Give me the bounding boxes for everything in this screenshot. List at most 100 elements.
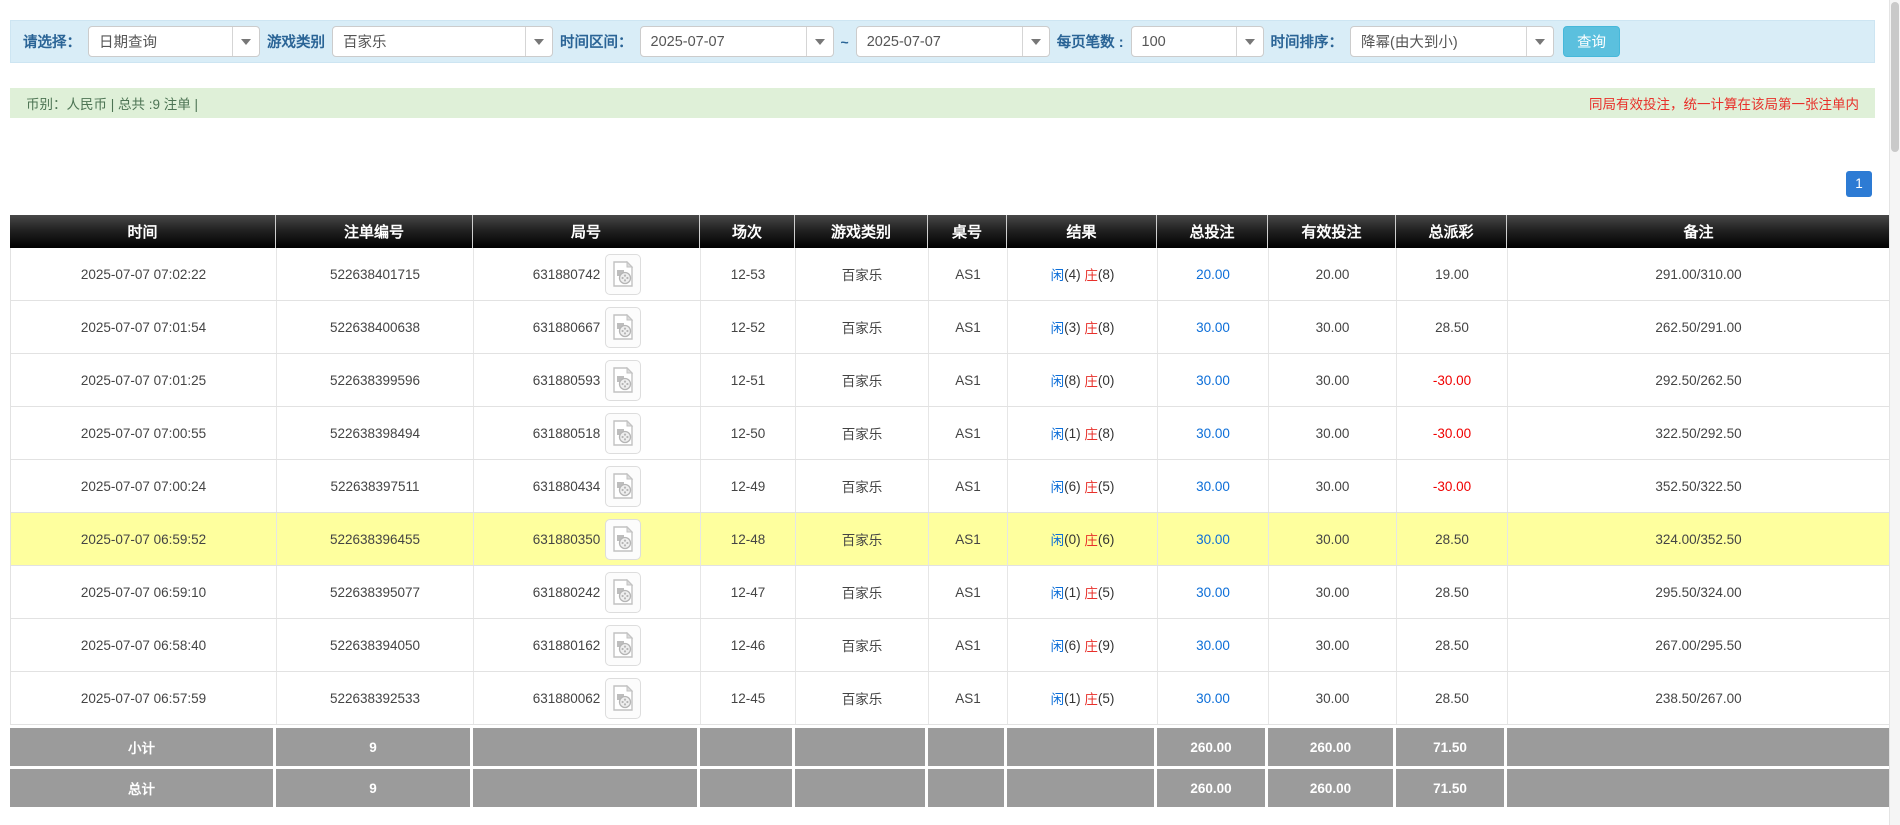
cell-game: 百家乐	[796, 301, 929, 353]
banker-label: 庄	[1084, 639, 1098, 654]
player-score: (6)	[1064, 478, 1081, 494]
cell-round-id: 631880062	[474, 672, 701, 724]
video-replay-button[interactable]	[605, 465, 642, 507]
column-header-total-bet: 总投注	[1157, 215, 1268, 248]
query-type-select[interactable]: 日期查询	[88, 26, 260, 57]
cell-round-id: 631880593	[474, 354, 701, 406]
cell-session: 12-53	[701, 248, 796, 300]
search-button[interactable]: 查询	[1563, 26, 1621, 57]
date-to-select[interactable]: 2025-07-07	[855, 26, 1050, 57]
video-replay-button[interactable]	[605, 677, 642, 719]
cell-bet-id: 522638401715	[277, 248, 474, 300]
summary-total-bet: 260.00	[1157, 769, 1268, 807]
column-header-table-no: 桌号	[928, 215, 1007, 248]
video-replay-button[interactable]	[605, 253, 642, 295]
summary-valid-bet: 260.00	[1268, 728, 1396, 766]
total-bet-link[interactable]: 30.00	[1196, 638, 1230, 653]
cell-table-no: AS1	[929, 248, 1008, 300]
cell-valid-bet: 30.00	[1269, 566, 1397, 618]
table-footer: 小计 9 260.00 260.00 71.50 总计 9 260.00 260…	[10, 728, 1890, 807]
total-bet-link[interactable]: 30.00	[1196, 691, 1230, 706]
sort-order-label: 时间排序：	[1270, 35, 1344, 51]
banker-label: 庄	[1084, 268, 1098, 283]
cell-note: 291.00/310.00	[1655, 266, 1742, 282]
column-header-time: 时间	[10, 215, 276, 248]
round-id-text: 631880242	[532, 584, 601, 600]
cell-payout: 28.50	[1397, 301, 1508, 353]
vertical-scrollbar[interactable]	[1889, 0, 1900, 825]
cell-time: 2025-07-07 06:59:52	[11, 513, 277, 565]
total-bet-link[interactable]: 30.00	[1196, 373, 1230, 388]
cell-time: 2025-07-07 07:01:25	[11, 354, 277, 406]
cell-result: 闲 (3) 庄 (8)	[1008, 301, 1158, 353]
video-replay-button[interactable]	[605, 306, 642, 348]
document-film-icon	[613, 525, 634, 552]
cell-time: 2025-07-07 07:00:55	[11, 407, 277, 459]
document-film-icon	[613, 684, 634, 711]
date-from-select[interactable]: 2025-07-07	[639, 26, 834, 57]
total-bet-link[interactable]: 20.00	[1196, 267, 1230, 282]
total-bet-link[interactable]: 30.00	[1196, 532, 1230, 547]
per-page-select[interactable]: 100	[1130, 26, 1264, 57]
player-score: (6)	[1064, 637, 1081, 653]
column-header-round-id: 局号	[473, 215, 700, 248]
cell-note: 262.50/291.00	[1655, 319, 1742, 335]
cell-note: 295.50/324.00	[1655, 584, 1742, 600]
cell-payout: 28.50	[1397, 566, 1508, 618]
cell-session: 12-50	[701, 407, 796, 459]
player-label: 闲	[1050, 374, 1065, 389]
table-row: 2025-07-07 06:57:59 522638392533 6318800…	[11, 672, 1889, 725]
column-header-note: 备注	[1683, 224, 1714, 241]
video-replay-button[interactable]	[605, 359, 642, 401]
cell-note: 352.50/322.50	[1655, 478, 1742, 494]
cell-note: 238.50/267.00	[1655, 690, 1742, 706]
video-replay-button[interactable]	[605, 624, 642, 666]
cell-round-id: 631880667	[474, 301, 701, 353]
cell-game: 百家乐	[796, 513, 929, 565]
cell-payout: -30.00	[1397, 407, 1508, 459]
player-score: (1)	[1064, 425, 1081, 441]
cell-result: 闲 (6) 庄 (9)	[1008, 619, 1158, 671]
chevron-down-icon	[805, 27, 833, 56]
summary-bar: 币别：人民币 | 总共 :9 注单 | 同局有效投注，统一计算在该局第一张注单内	[10, 88, 1875, 118]
currency-total-text: 币别：人民币 | 总共 :9 注单 |	[26, 97, 199, 112]
date-to-value: 2025-07-07	[866, 33, 941, 50]
cell-game: 百家乐	[796, 566, 929, 618]
cell-valid-bet: 30.00	[1269, 354, 1397, 406]
page-button-1[interactable]: 1	[1846, 171, 1872, 197]
total-bet-link[interactable]: 30.00	[1196, 426, 1230, 441]
video-replay-button[interactable]	[605, 571, 642, 613]
document-film-icon	[613, 313, 634, 340]
cell-time: 2025-07-07 07:00:24	[11, 460, 277, 512]
document-film-icon	[613, 419, 634, 446]
cell-result: 闲 (0) 庄 (6)	[1008, 513, 1158, 565]
banker-score: (5)	[1097, 584, 1115, 600]
banker-score: (5)	[1097, 478, 1115, 494]
total-bet-link[interactable]: 30.00	[1196, 585, 1230, 600]
cell-game: 百家乐	[796, 619, 929, 671]
cell-round-id: 631880162	[474, 619, 701, 671]
summary-valid-bet: 260.00	[1268, 769, 1396, 807]
per-page-value: 100	[1141, 33, 1166, 50]
table-row: 2025-07-07 07:01:54 522638400638 6318806…	[11, 301, 1889, 354]
sort-order-select[interactable]: 降幂(由大到小)	[1350, 26, 1555, 57]
game-category-select[interactable]: 百家乐	[332, 26, 553, 57]
cell-session: 12-52	[701, 301, 796, 353]
player-label: 闲	[1050, 321, 1065, 336]
scrollbar-thumb[interactable]	[1891, 2, 1899, 152]
cell-time: 2025-07-07 06:58:40	[11, 619, 277, 671]
total-bet-link[interactable]: 30.00	[1196, 479, 1230, 494]
cell-bet-id: 522638396455	[277, 513, 474, 565]
banker-score: (0)	[1097, 372, 1115, 388]
cell-payout: 28.50	[1397, 672, 1508, 724]
cell-result: 闲 (1) 庄 (5)	[1008, 672, 1158, 724]
cell-bet-id: 522638399596	[277, 354, 474, 406]
same-round-note: 同局有效投注，统一计算在该局第一张注单内	[1589, 97, 1859, 112]
video-replay-button[interactable]	[605, 412, 642, 454]
cell-bet-id: 522638400638	[277, 301, 474, 353]
cell-result: 闲 (1) 庄 (8)	[1008, 407, 1158, 459]
total-bet-link[interactable]: 30.00	[1196, 320, 1230, 335]
video-replay-button[interactable]	[605, 518, 642, 560]
round-id-text: 631880062	[532, 690, 601, 706]
cell-session: 12-48	[701, 513, 796, 565]
